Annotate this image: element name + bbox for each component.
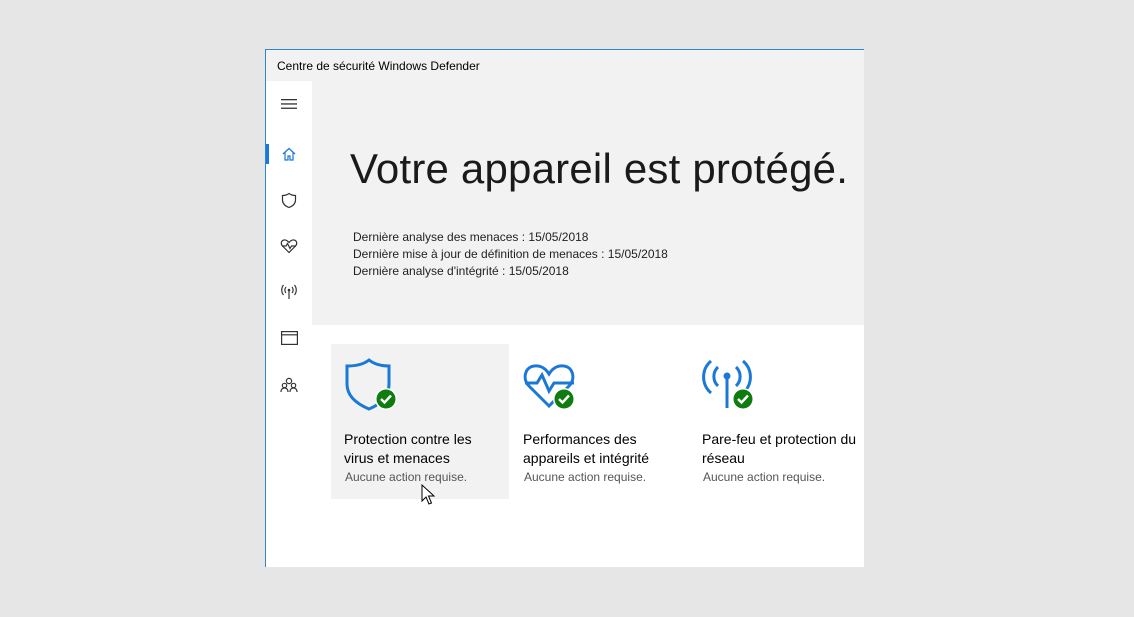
tile-firewall-status: Aucune action requise.: [703, 470, 826, 484]
browser-window-icon: [280, 331, 298, 345]
hamburger-menu-icon: [281, 99, 297, 109]
nav-item-firewall[interactable]: [266, 272, 312, 312]
status-hero: Votre appareil est protégé. Dernière ana…: [312, 81, 864, 325]
antenna-icon: [281, 284, 297, 299]
nav-item-home[interactable]: [266, 134, 312, 174]
nav-sidebar: [266, 81, 312, 567]
mouse-cursor-icon: [421, 484, 435, 505]
last-threat-scan: Dernière analyse des menaces : 15/05/201…: [353, 230, 589, 244]
tile-virus-protection-status: Aucune action requise.: [345, 470, 468, 484]
hamburger-menu-button[interactable]: [266, 84, 312, 124]
heart-pulse-icon: [280, 239, 298, 254]
heart-check-icon: [523, 364, 575, 410]
shield-check-icon: [345, 358, 397, 411]
nav-item-app-browser[interactable]: [266, 318, 312, 358]
tile-device-health[interactable]: Performances des appareils et intégrité …: [510, 344, 688, 499]
nav-item-virus-protection[interactable]: [266, 180, 312, 220]
tile-device-health-title: Performances des appareils et intégrité: [523, 431, 650, 466]
protection-status-heading: Votre appareil est protégé.: [350, 145, 849, 192]
antenna-check-icon: [702, 359, 754, 410]
nav-item-family[interactable]: [266, 365, 312, 405]
tile-device-health-status: Aucune action requise.: [524, 470, 647, 484]
family-icon: [280, 377, 298, 393]
nav-item-device-health[interactable]: [266, 226, 312, 266]
defender-window: Centre de sécurité Windows Defender Votr…: [265, 49, 864, 567]
title-bar[interactable]: Centre de sécurité Windows Defender: [266, 50, 864, 81]
last-definition-update: Dernière mise à jour de définition de me…: [353, 247, 668, 261]
tile-virus-protection[interactable]: Protection contre les virus et menaces A…: [331, 344, 509, 499]
shield-icon: [281, 192, 297, 208]
home-icon: [282, 147, 296, 161]
tile-firewall-title: Pare-feu et protection du réseau: [702, 431, 857, 466]
tile-firewall[interactable]: Pare-feu et protection du réseau Aucune …: [689, 344, 864, 499]
window-title: Centre de sécurité Windows Defender: [277, 59, 480, 73]
tile-virus-protection-title: Protection contre les virus et menaces: [344, 431, 472, 466]
last-health-scan: Dernière analyse d'intégrité : 15/05/201…: [353, 264, 569, 278]
